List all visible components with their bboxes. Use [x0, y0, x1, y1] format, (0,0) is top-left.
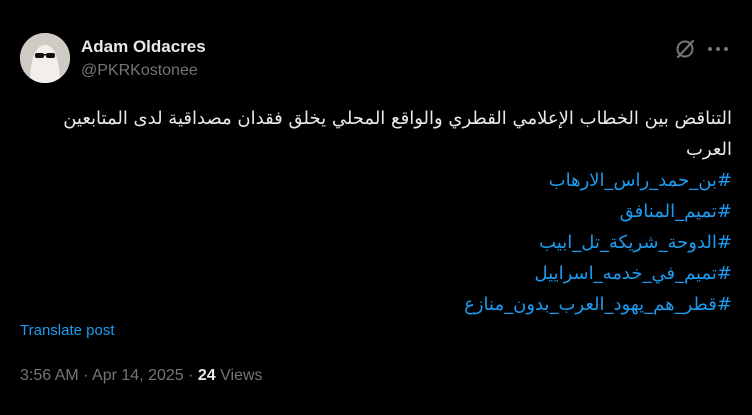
post-text: التناقض بين الخطاب الإعلامي القطري والوا… — [63, 108, 732, 160]
post-date[interactable]: Apr 14, 2025 — [92, 367, 184, 384]
grok-icon — [676, 39, 695, 59]
post-body: التناقض بين الخطاب الإعلامي القطري والوا… — [20, 103, 732, 320]
post-meta: 3:56 AM · Apr 14, 2025 · 24 Views — [20, 367, 263, 385]
author-name[interactable]: Adam Oldacres — [81, 37, 206, 57]
ghost-avatar-icon — [20, 33, 70, 83]
views-count: 24 — [197, 367, 216, 384]
more-icon — [708, 47, 728, 51]
hashtag-link[interactable]: #الدوحة_شريكة_تل_ابيب — [20, 227, 732, 258]
post-time[interactable]: 3:56 AM — [20, 367, 79, 384]
grok-button[interactable] — [672, 36, 698, 62]
meta-separator: · — [83, 367, 89, 384]
author-handle[interactable]: @PKRKostonee — [81, 62, 198, 80]
more-options-button[interactable] — [703, 36, 733, 62]
hashtag-link[interactable]: #قطر_هم_يهود_العرب_بدون_منازع — [20, 289, 732, 320]
avatar[interactable] — [20, 33, 70, 83]
meta-separator: · — [188, 367, 194, 384]
hashtag-link[interactable]: #تميم_في_خدمه_اسراييل — [20, 258, 732, 289]
hashtag-link[interactable]: #بن_حمد_راس_الارهاب — [20, 165, 732, 196]
post-card: Adam Oldacres @PKRKostonee التناقض بين ا… — [0, 0, 752, 415]
hashtag-link[interactable]: #تميم_المنافق — [20, 196, 732, 227]
translate-post-link[interactable]: Translate post — [20, 322, 115, 339]
views-label: Views — [220, 367, 263, 384]
